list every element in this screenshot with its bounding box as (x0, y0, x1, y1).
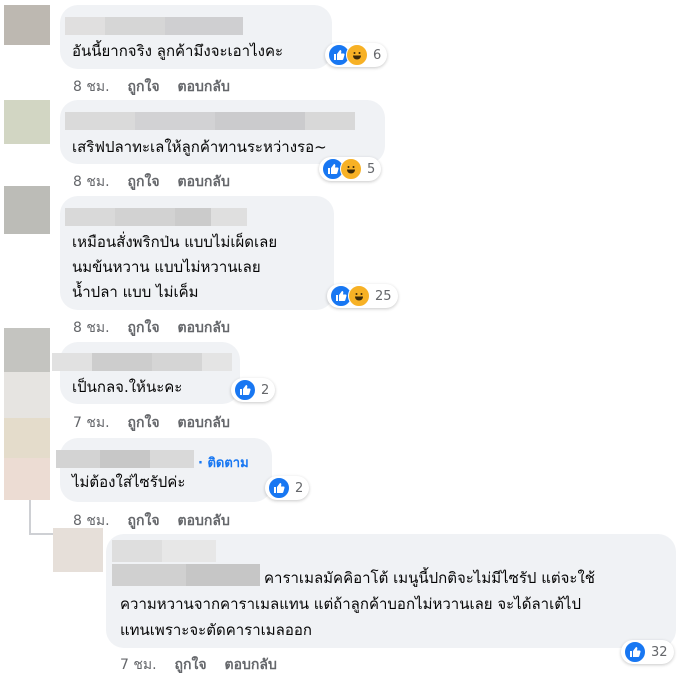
avatar[interactable] (4, 100, 50, 144)
author-name[interactable] (52, 353, 232, 371)
reaction-count: 25 (375, 288, 392, 304)
reply-bubble: คาราเมลมัคคิอาโต้ เมนูนี้ปกติจะไม่มีไซรั… (106, 534, 676, 648)
like-button[interactable]: ถูกใจ (128, 320, 160, 336)
like-icon (268, 477, 290, 499)
like-button[interactable]: ถูกใจ (128, 513, 160, 529)
like-button[interactable]: ถูกใจ (128, 415, 160, 431)
comment-actions: 7 ชม. ถูกใจ ตอบกลับ (73, 412, 248, 434)
reaction-summary[interactable]: 2 (231, 378, 276, 402)
comment-text: ไม่ต้องใส่ไซรัปค่ะ (72, 473, 186, 491)
haha-icon (348, 285, 370, 307)
avatar[interactable] (4, 186, 50, 234)
reaction-count: 5 (367, 161, 376, 177)
comment-bubble: เหมือนสั่งพริกป่น แบบไม่เผ็ดเลย นมข้นหวา… (60, 196, 334, 310)
like-button[interactable]: ถูกใจ (128, 79, 160, 95)
reaction-count: 2 (261, 382, 270, 398)
comment-text: เหมือนสั่งพริกป่น แบบไม่เผ็ดเลย (72, 233, 278, 251)
reply-button[interactable]: ตอบกลับ (178, 174, 230, 190)
reaction-count: 32 (651, 644, 668, 660)
reaction-summary[interactable]: 2 (265, 476, 310, 500)
reaction-count: 2 (295, 480, 304, 496)
comment-bubble: อันนี้ยากจริง ลูกค้ามึงจะเอาไงคะ (60, 5, 332, 69)
like-icon (624, 641, 646, 663)
timestamp[interactable]: 7 ชม. (73, 415, 110, 431)
timestamp[interactable]: 8 ชม. (73, 513, 110, 529)
thread-line (29, 495, 31, 535)
avatar-strip (4, 372, 50, 418)
timestamp[interactable]: 8 ชม. (73, 174, 110, 190)
reaction-summary[interactable]: 32 (621, 640, 674, 664)
avatar-strip (4, 458, 50, 500)
comment-actions: 8 ชม. ถูกใจ ตอบกลับ (73, 76, 248, 98)
reply-text: ความหวานจากคาราเมลแทน แต่ถ้าลูกค้าบอกไม่… (120, 595, 582, 613)
avatar[interactable] (4, 418, 50, 458)
comment-actions: 8 ชม. ถูกใจ ตอบกลับ (73, 317, 248, 339)
comment-bubble: เสริฟปลาทะเลให้ลูกค้าทานระหว่างรอ~ (60, 100, 385, 164)
author-name-continued (112, 564, 260, 586)
reply-button[interactable]: ตอบกลับ (178, 79, 230, 95)
like-icon (234, 379, 256, 401)
comment-text: เป็นกลจ.ให้นะคะ (72, 378, 183, 396)
comment-text: น้ำปลา แบบ ไม่เค็ม (72, 283, 199, 301)
reply-button[interactable]: ตอบกลับ (178, 320, 230, 336)
like-button[interactable]: ถูกใจ (128, 174, 160, 190)
haha-icon (346, 44, 368, 66)
thread-line (29, 533, 53, 535)
avatar[interactable] (53, 528, 103, 572)
author-name[interactable] (56, 450, 194, 468)
avatar[interactable] (4, 328, 50, 372)
comment-text: เสริฟปลาทะเลให้ลูกค้าทานระหว่างรอ~ (72, 138, 327, 156)
reaction-summary[interactable]: 25 (327, 284, 398, 308)
reply-button[interactable]: ตอบกลับ (225, 657, 277, 673)
avatar[interactable] (4, 5, 50, 45)
like-button[interactable]: ถูกใจ (175, 657, 207, 673)
reply-text: คาราเมลมัคคิอาโต้ เมนูนี้ปกติจะไม่มีไซรั… (264, 569, 595, 587)
reply-button[interactable]: ตอบกลับ (178, 415, 230, 431)
reply-button[interactable]: ตอบกลับ (178, 513, 230, 529)
author-name[interactable] (65, 208, 247, 226)
reaction-count: 6 (373, 47, 382, 63)
comment-actions: 8 ชม. ถูกใจ ตอบกลับ (73, 171, 248, 193)
reply-text: แทนเพราะจะตัดคาราเมลออก (120, 621, 312, 639)
author-name[interactable] (65, 17, 243, 35)
comment-bubble: · ติดตาม ไม่ต้องใส่ไซรัปค่ะ (56, 438, 272, 502)
reaction-summary[interactable]: 5 (319, 157, 382, 181)
haha-icon (340, 158, 362, 180)
author-name[interactable] (112, 540, 216, 562)
timestamp[interactable]: 8 ชม. (73, 320, 110, 336)
comment-bubble: เป็นกลจ.ให้นะคะ (52, 342, 240, 404)
follow-button[interactable]: · ติดตาม (198, 452, 249, 473)
comment-text: นมข้นหวาน แบบไม่หวานเลย (72, 258, 261, 276)
timestamp[interactable]: 8 ชม. (73, 79, 110, 95)
reply-actions: 7 ชม. ถูกใจ ตอบกลับ (120, 654, 295, 676)
comment-text: อันนี้ยากจริง ลูกค้ามึงจะเอาไงคะ (72, 42, 284, 60)
timestamp[interactable]: 7 ชม. (120, 657, 157, 673)
author-name[interactable] (65, 112, 355, 130)
reaction-summary[interactable]: 6 (325, 43, 388, 67)
